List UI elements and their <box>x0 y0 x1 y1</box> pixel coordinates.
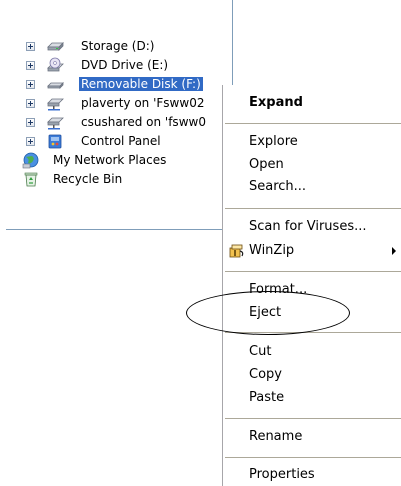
network-places-icon <box>22 152 39 169</box>
menu-item-format[interactable]: Format... <box>223 279 401 301</box>
menu-separator <box>225 457 401 458</box>
menu-item-label: Rename <box>249 429 303 444</box>
tree-item-network-places[interactable]: My Network Places <box>6 151 232 170</box>
menu-item-expand[interactable]: Expand <box>223 92 401 114</box>
tree-item-network-drive-csushared[interactable]: csushared on 'fsww0 <box>6 113 232 132</box>
folder-tree-pane: Storage (D:) DVD Drive (E:) Removable Di… <box>6 0 233 230</box>
menu-separator <box>225 271 401 272</box>
menu-item-winzip[interactable]: WinZip <box>223 240 401 262</box>
tree-item-label[interactable]: csushared on 'fsww0 <box>79 115 208 129</box>
tree-item-dvd-drive[interactable]: DVD Drive (E:) <box>6 56 232 75</box>
removable-disk-icon <box>47 82 64 89</box>
tree-item-recycle-bin[interactable]: Recycle Bin <box>6 170 232 189</box>
expand-plus-icon[interactable] <box>26 61 35 70</box>
expand-plus-icon[interactable] <box>26 137 35 146</box>
menu-separator <box>225 123 401 124</box>
expand-plus-icon[interactable] <box>26 99 35 108</box>
expand-plus-icon[interactable] <box>26 42 35 51</box>
menu-item-label: Cut <box>249 344 272 359</box>
network-drive-icon <box>47 98 64 111</box>
tree-item-label[interactable]: plaverty on 'Fsww02 <box>79 96 206 110</box>
menu-item-open[interactable]: Open <box>223 154 401 176</box>
menu-item-label: WinZip <box>249 243 295 258</box>
tree-item-control-panel[interactable]: Control Panel <box>6 132 232 151</box>
expand-plus-icon[interactable] <box>26 118 35 127</box>
tree-item-removable-disk[interactable]: Removable Disk (F:) <box>6 75 232 94</box>
menu-item-eject[interactable]: Eject <box>223 302 401 324</box>
menu-item-explore[interactable]: Explore <box>223 131 401 153</box>
menu-item-label: Eject <box>249 305 282 320</box>
menu-item-label: Expand <box>249 95 303 110</box>
context-menu: Expand Explore Open Search... Scan for V… <box>222 85 401 486</box>
tree-item-label[interactable]: DVD Drive (E:) <box>79 58 170 72</box>
menu-item-label: Copy <box>249 367 282 382</box>
menu-item-cut[interactable]: Cut <box>223 341 401 363</box>
menu-separator <box>225 332 401 333</box>
menu-item-label: Scan for Viruses... <box>249 219 367 234</box>
menu-item-scan-for-viruses[interactable]: Scan for Viruses... <box>223 216 401 238</box>
menu-item-rename[interactable]: Rename <box>223 426 401 448</box>
menu-item-search[interactable]: Search... <box>223 176 401 198</box>
menu-item-label: Open <box>249 157 284 172</box>
network-drive-icon <box>47 117 64 130</box>
menu-item-paste[interactable]: Paste <box>223 387 401 409</box>
tree-item-network-drive-plaverty[interactable]: plaverty on 'Fsww02 <box>6 94 232 113</box>
hard-drive-icon <box>47 42 64 51</box>
dvd-drive-icon <box>47 57 64 72</box>
recycle-bin-icon <box>24 172 38 187</box>
tree-item-label[interactable]: Removable Disk (F:) <box>79 77 203 91</box>
menu-separator <box>225 208 401 209</box>
control-panel-icon <box>48 134 62 149</box>
menu-item-label: Format... <box>249 282 308 297</box>
expand-plus-icon[interactable] <box>26 80 35 89</box>
menu-item-copy[interactable]: Copy <box>223 364 401 386</box>
tree-item-label[interactable]: Storage (D:) <box>79 39 156 53</box>
tree-item-label[interactable]: My Network Places <box>51 153 168 167</box>
tree-item-label[interactable]: Control Panel <box>79 134 163 148</box>
tree-item-storage[interactable]: Storage (D:) <box>6 37 232 56</box>
tree-item-label[interactable]: Recycle Bin <box>51 172 124 186</box>
winzip-icon <box>229 244 244 258</box>
menu-separator <box>225 418 401 419</box>
menu-item-label: Properties <box>249 467 315 482</box>
menu-item-properties[interactable]: Properties <box>223 464 401 486</box>
submenu-arrow-icon <box>392 247 396 255</box>
menu-item-label: Search... <box>249 179 307 194</box>
menu-item-label: Paste <box>249 390 285 405</box>
menu-item-label: Explore <box>249 134 298 149</box>
